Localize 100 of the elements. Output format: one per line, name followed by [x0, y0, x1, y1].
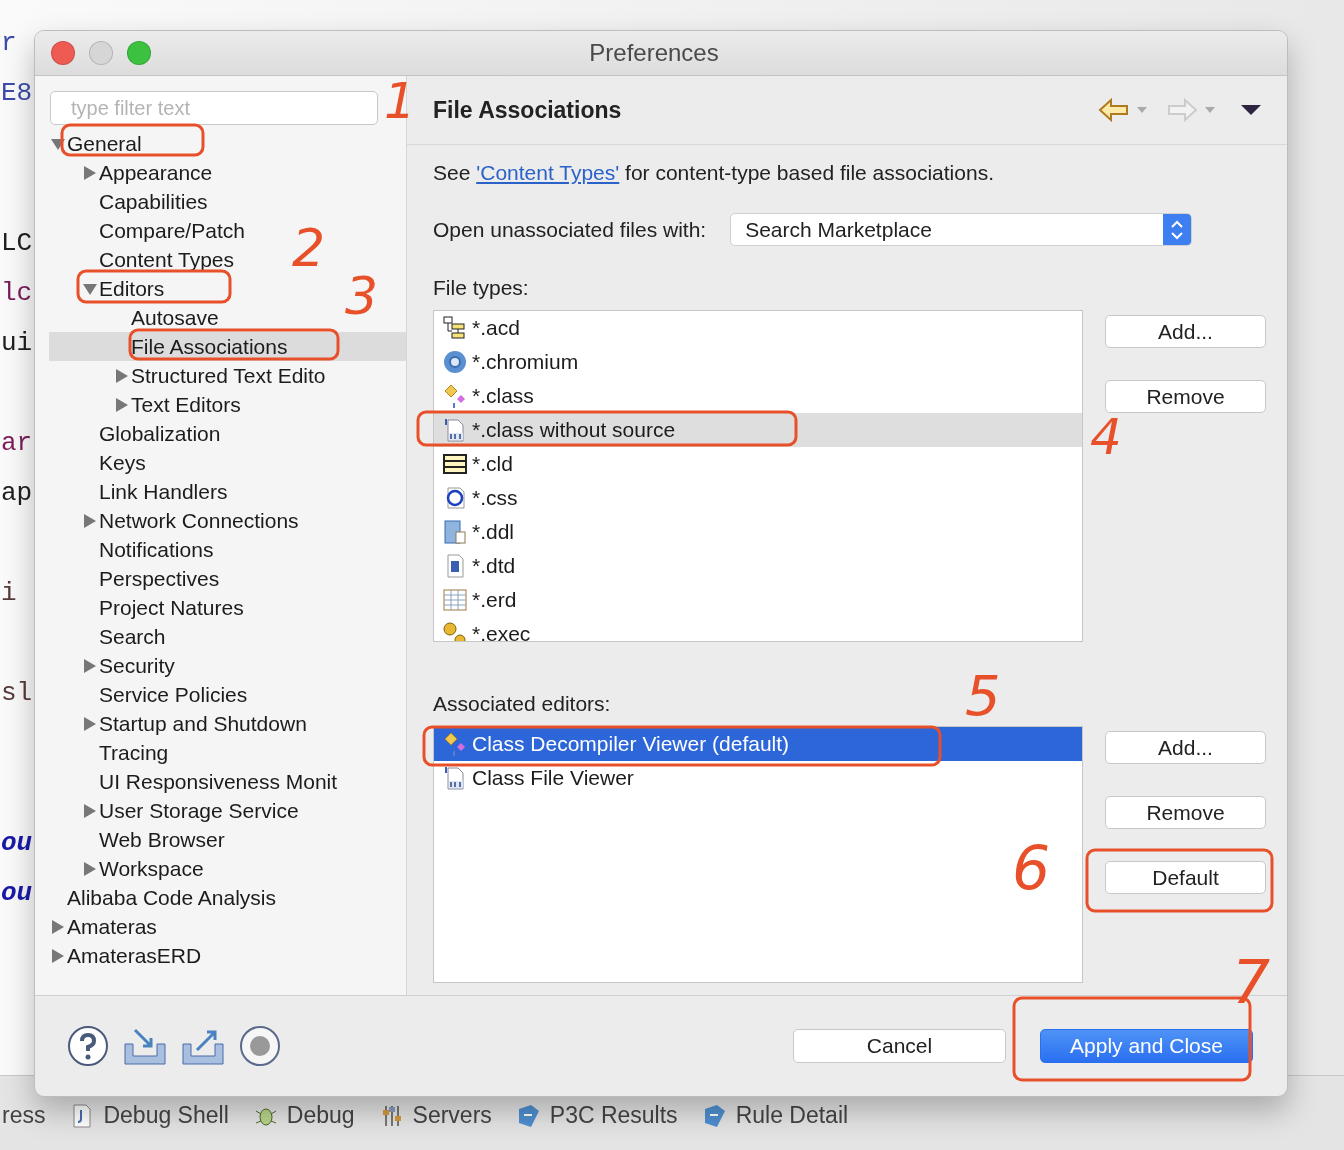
tree-item[interactable]: Structured Text Edito	[49, 361, 326, 390]
tree-item[interactable]: Notifications	[49, 535, 214, 564]
tree-item[interactable]: Keys	[49, 448, 146, 477]
tree-item[interactable]: Compare/Patch	[49, 216, 245, 245]
code-text: ui	[1, 328, 33, 358]
collapsed-arrow-icon[interactable]	[114, 398, 130, 412]
collapsed-arrow-icon[interactable]	[50, 949, 66, 963]
list-item[interactable]: Class Decompiler Viewer (default)	[434, 727, 1082, 761]
help-icon[interactable]	[67, 1025, 109, 1067]
tree-item[interactable]: Content Types	[49, 245, 235, 274]
expanded-arrow-icon[interactable]	[50, 137, 66, 151]
code-text: ar	[1, 428, 33, 458]
tree-item[interactable]: Search	[49, 622, 166, 651]
collapsed-arrow-icon[interactable]	[82, 514, 98, 528]
table-icon	[442, 451, 468, 477]
book-icon	[442, 519, 468, 545]
tree-item[interactable]: Link Handlers	[49, 477, 228, 506]
code-text: ou	[1, 828, 33, 858]
section-label: Associated editors:	[433, 692, 611, 716]
list-item[interactable]: *.acd	[434, 311, 526, 345]
code-text: ap	[1, 478, 33, 508]
tree-item[interactable]: Editors	[49, 274, 165, 303]
tree-item[interactable]: File Associations	[49, 332, 406, 361]
list-item[interactable]: *.dtd	[434, 549, 522, 583]
view-tab[interactable]: Rule Detail	[701, 1102, 849, 1129]
tree-item[interactable]: Alibaba Code Analysis	[49, 883, 276, 912]
tree-item[interactable]: Project Natures	[49, 593, 244, 622]
apply-and-close-button[interactable]: Apply and Close	[1040, 1029, 1253, 1063]
list-item[interactable]: Class File Viewer	[434, 761, 640, 795]
list-item[interactable]: *.erd	[434, 583, 523, 617]
editor-select[interactable]: Search Marketplace	[730, 213, 1193, 246]
collapsed-arrow-icon[interactable]	[82, 659, 98, 673]
list-item[interactable]: *.exec	[434, 617, 537, 641]
list-item[interactable]: *.css	[434, 481, 524, 515]
tree-item[interactable]: Capabilities	[49, 187, 208, 216]
cancel-button[interactable]: Cancel	[793, 1029, 1006, 1063]
collapsed-arrow-icon[interactable]	[82, 862, 98, 876]
code-text: lc	[1, 278, 33, 308]
code-text: ou	[1, 878, 33, 908]
description-text: See 'Content Types' for content-type based file associations.	[433, 160, 995, 186]
tree-item[interactable]: Startup and Shutdown	[49, 709, 307, 738]
tree-item[interactable]: AmaterasERD	[49, 941, 202, 970]
view-tab[interactable]: P3C Results	[515, 1102, 678, 1129]
filter-field[interactable]: type filter text	[50, 91, 378, 125]
diagram-icon	[442, 315, 468, 341]
list-button[interactable]: Remove	[1105, 380, 1266, 413]
collapsed-arrow-icon[interactable]	[82, 804, 98, 818]
tree-item[interactable]: Perspectives	[49, 564, 220, 593]
collapsed-arrow-icon[interactable]	[82, 717, 98, 731]
code-text: i	[1, 578, 17, 608]
list-item[interactable]: *.chromium	[434, 345, 585, 379]
close-button[interactable]	[51, 41, 75, 65]
view-tab[interactable]: Debug	[252, 1102, 355, 1129]
tree-item[interactable]: Security	[49, 651, 175, 680]
code-text: sl	[1, 678, 33, 708]
code-text: E8	[1, 78, 33, 108]
tree-item[interactable]: Web Browser	[49, 825, 225, 854]
list-button[interactable]: Add...	[1105, 731, 1266, 764]
collapsed-arrow-icon[interactable]	[82, 166, 98, 180]
list-button[interactable]: Add...	[1105, 315, 1266, 348]
collapsed-arrow-icon[interactable]	[114, 369, 130, 383]
field-label: Open unassociated files with:	[433, 217, 707, 242]
view-tab[interactable]: ress	[2, 1102, 46, 1129]
tree-item[interactable]: Text Editors	[49, 390, 241, 419]
list-item[interactable]: *.ddl	[434, 515, 521, 549]
list-item[interactable]: *.class	[434, 379, 540, 413]
tree-item[interactable]: Network Connections	[49, 506, 299, 535]
content-types-link[interactable]: 'Content Types'	[476, 161, 620, 184]
tree-item[interactable]: Globalization	[49, 419, 221, 448]
view-tab[interactable]: Debug Shell	[69, 1102, 229, 1129]
list-button[interactable]: Remove	[1105, 796, 1266, 829]
view-menu-icon[interactable]	[1240, 104, 1262, 116]
expanded-arrow-icon[interactable]	[82, 282, 98, 296]
list-item[interactable]: *.cld	[434, 447, 519, 481]
collapsed-arrow-icon[interactable]	[50, 920, 66, 934]
tree-item[interactable]: Appearance	[49, 158, 213, 187]
annotation-number: 4	[1090, 412, 1122, 462]
window-title: Preferences	[588, 39, 720, 67]
tree-item[interactable]: Tracing	[49, 738, 169, 767]
zoom-button[interactable]	[127, 41, 151, 65]
code-text: LC	[1, 228, 33, 258]
view-tab[interactable]: Servers	[378, 1102, 492, 1129]
list-button[interactable]: Default	[1105, 861, 1266, 894]
tree-item[interactable]: Workspace	[49, 854, 204, 883]
tree-item[interactable]: User Storage Service	[49, 796, 299, 825]
globe-icon	[442, 349, 468, 375]
tree-item[interactable]: Amateras	[49, 912, 157, 941]
tree-item[interactable]: General	[49, 129, 142, 158]
annotation-number: 2	[292, 222, 326, 274]
tree-item[interactable]: Autosave	[49, 303, 219, 332]
import-icon[interactable]	[123, 1026, 167, 1066]
tree-item[interactable]: UI Responsiveness Monit	[49, 767, 338, 796]
grid-icon	[442, 587, 468, 613]
list-item[interactable]: *.class without source	[434, 413, 1082, 447]
tree-item[interactable]: Service Policies	[49, 680, 248, 709]
annotation-number: 3	[345, 270, 379, 322]
annotation-number: 7	[1232, 952, 1271, 1012]
record-icon[interactable]	[239, 1025, 281, 1067]
back-arrow-icon[interactable]	[1098, 98, 1130, 122]
annotation-number: 5	[965, 668, 1001, 724]
